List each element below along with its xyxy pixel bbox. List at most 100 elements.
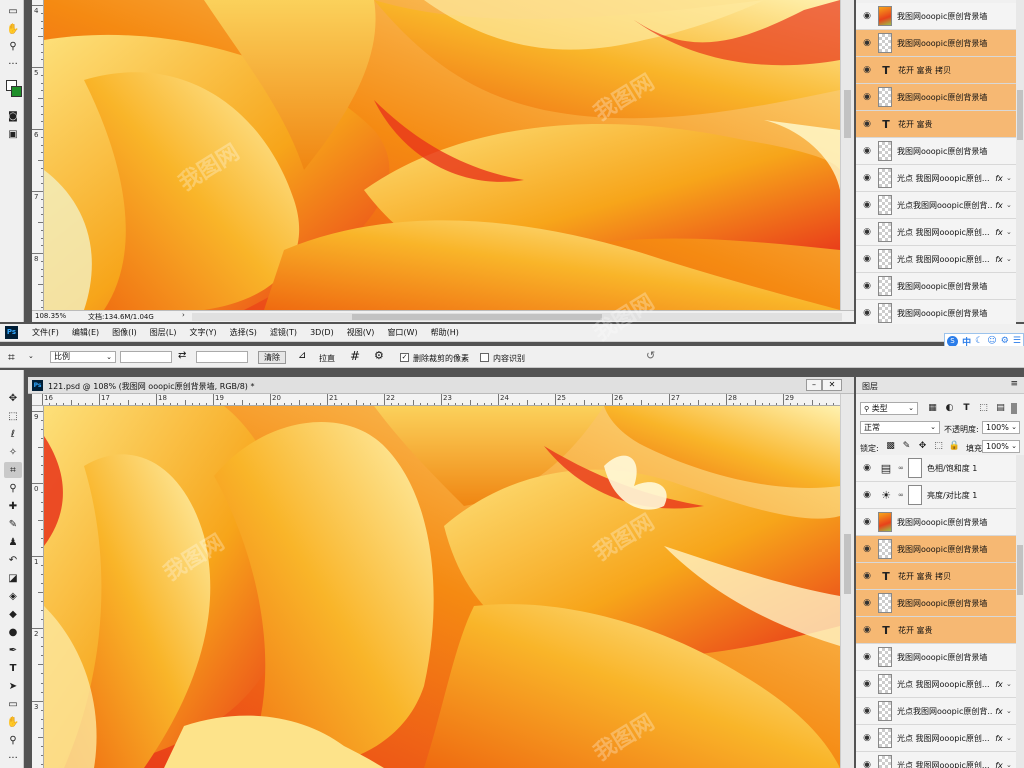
layer-visibility-toggle[interactable]: ◉ [856,138,878,165]
ime-s-icon[interactable]: S [947,335,959,347]
layer-row[interactable]: ◉ 我图网ooopic原创背景墙 [856,644,1016,671]
height-input[interactable] [196,351,248,363]
expand-chevron-icon[interactable]: ⌄ [1006,228,1016,236]
crop-tool-icon[interactable]: ⌗ [4,462,22,478]
menu-edit[interactable]: 编辑(E) [70,326,101,339]
bottom-canvas[interactable] [44,406,840,768]
fill-input[interactable]: 100% ⌄ [982,440,1020,453]
layer-visibility-toggle[interactable]: ◉ [856,192,878,219]
filter-smart-icon[interactable]: ▤ [994,402,1007,415]
moon-icon[interactable]: ☾ [975,336,983,346]
menu-type[interactable]: 文字(Y) [187,326,218,339]
layer-row[interactable]: ◉ 我图网ooopic原创背景墙 [856,536,1016,563]
fx-icon[interactable]: fx [992,174,1006,183]
layer-visibility-toggle[interactable]: ◉ [856,752,878,768]
fx-icon[interactable]: fx [992,734,1006,743]
content-aware-checkbox[interactable] [480,353,489,362]
settings-icon[interactable]: ⚙ [1001,336,1009,346]
layer-mask-thumbnail[interactable] [908,485,922,505]
lock-artboard-icon[interactable]: ⬚ [932,440,945,453]
filter-pixel-icon[interactable]: ▦ [926,402,939,415]
menu-icon[interactable]: ☰ [1013,336,1021,346]
layer-visibility-toggle[interactable]: ◉ [856,698,878,725]
layer-visibility-toggle[interactable]: ◉ [856,165,878,192]
document-tab-title[interactable]: 121.psd @ 108% (我图网 ooopic原创背景墙, RGB/8) … [48,381,254,392]
top-canvas[interactable] [44,0,840,310]
color-swatches[interactable] [4,76,22,100]
type-tool-icon[interactable]: T [4,660,22,676]
fx-icon[interactable]: fx [992,707,1006,716]
layer-row[interactable]: ◉ 光点 我图网ooopic原创... fx ⌄ [856,725,1016,752]
layer-row[interactable]: ◉ 我图网ooopic原创背景墙 [856,138,1016,165]
menu-view[interactable]: 视图(V) [345,326,377,339]
layer-visibility-toggle[interactable]: ◉ [856,273,878,300]
filter-type-icon[interactable]: T [960,402,973,415]
more-tools-icon[interactable]: ··· [4,750,22,766]
fx-icon[interactable]: fx [992,201,1006,210]
healing-brush-icon[interactable]: ✚ [4,498,22,514]
menu-window[interactable]: 窗口(W) [385,326,419,339]
bottom-canvas-vscroll[interactable] [840,394,854,768]
doc-close-button[interactable]: ✕ [822,379,842,391]
layers-scrollbar[interactable] [1016,0,1024,322]
clone-stamp-icon[interactable]: ♟ [4,534,22,550]
layer-row[interactable]: ◉ 我图网ooopic原创背景墙 [856,3,1016,30]
layer-visibility-toggle[interactable]: ◉ [856,111,878,138]
fx-icon[interactable]: fx [992,680,1006,689]
menu-help[interactable]: 帮助(H) [429,326,461,339]
zoom-tool-icon[interactable]: ⚲ [4,38,22,54]
hand-tool-icon[interactable]: ✋ [4,714,22,730]
straighten-label[interactable]: 拉直 [319,353,335,364]
layer-visibility-toggle[interactable]: ◉ [856,300,878,327]
minimize-button[interactable]: – [806,379,822,391]
width-input[interactable] [120,351,172,363]
layer-visibility-toggle[interactable]: ◉ [856,563,878,590]
magic-wand-icon[interactable]: ✧ [4,444,22,460]
layer-visibility-toggle[interactable]: ◉ [856,482,878,509]
rectangle-tool-icon[interactable]: ▭ [4,696,22,712]
filter-toggle[interactable] [1011,403,1017,414]
layer-row[interactable]: ◉ T 花开 富贵 拷贝 [856,563,1016,590]
filter-adjust-icon[interactable]: ◐ [943,402,956,415]
delete-cropped-label[interactable]: 删除裁剪的像素 [413,353,469,364]
zoom-readout[interactable]: 108.35% [35,312,66,320]
top-canvas-vscroll[interactable] [840,0,854,310]
lock-transparency-icon[interactable]: ▩ [884,440,897,453]
crop-settings-icon[interactable]: ⚙ [374,349,384,362]
layer-filter-select[interactable]: ⚲ 类型 ⌄ [860,402,918,415]
panel-menu-icon[interactable]: ≡ [1010,379,1018,389]
screen-mode-icon[interactable]: ▣ [4,126,22,142]
pan-tool-icon[interactable]: ✋ [4,21,22,37]
menu-image[interactable]: 图像(I) [110,326,139,339]
expand-chevron-icon[interactable]: ⌄ [1006,174,1016,182]
menu-filter[interactable]: 滤镜(T) [268,326,299,339]
layer-row[interactable]: ◉ 光点 我图网ooopic原创... fx ⌄ [856,165,1016,192]
layer-row[interactable]: ◉ 我图网ooopic原创背景墙 [856,273,1016,300]
layer-visibility-toggle[interactable]: ◉ [856,536,878,563]
opacity-input[interactable]: 100% ⌄ [982,421,1020,434]
layer-row[interactable]: ◉ 光点 我图网ooopic原创... fx ⌄ [856,219,1016,246]
status-arrow-icon[interactable]: › [182,311,185,319]
dodge-tool-icon[interactable]: ● [4,624,22,640]
layer-row[interactable]: ◉ 我图网ooopic原创背景墙 [856,300,1016,327]
layer-row[interactable]: ◉ 我图网ooopic原创背景墙 [856,590,1016,617]
overlay-grid-icon[interactable]: # [350,349,360,363]
top-hscroll[interactable] [192,313,842,321]
lock-pixels-icon[interactable]: ✎ [900,440,913,453]
delete-cropped-checkbox[interactable]: ✓ [400,353,409,362]
layer-visibility-toggle[interactable]: ◉ [856,3,878,30]
layer-row[interactable]: ◉ 我图网ooopic原创背景墙 [856,509,1016,536]
layer-row[interactable]: ◉ 光点 我图网ooopic原创... fx ⌄ [856,752,1016,768]
layer-visibility-toggle[interactable]: ◉ [856,30,878,57]
expand-chevron-icon[interactable]: ⌄ [1006,707,1016,715]
layer-row[interactable]: ◉ 光点 我图网ooopic原创... fx ⌄ [856,671,1016,698]
lock-all-icon[interactable]: 🔒 [948,440,961,453]
layer-visibility-toggle[interactable]: ◉ [856,219,878,246]
pen-tool-icon[interactable]: ✒ [4,642,22,658]
layer-visibility-toggle[interactable]: ◉ [856,617,878,644]
expand-chevron-icon[interactable]: ⌄ [1006,255,1016,263]
layer-visibility-toggle[interactable]: ◉ [856,455,878,482]
layer-row[interactable]: ◉ ☀ ∞ 亮度/对比度 1 [856,482,1016,509]
layer-visibility-toggle[interactable]: ◉ [856,725,878,752]
layer-visibility-toggle[interactable]: ◉ [856,590,878,617]
